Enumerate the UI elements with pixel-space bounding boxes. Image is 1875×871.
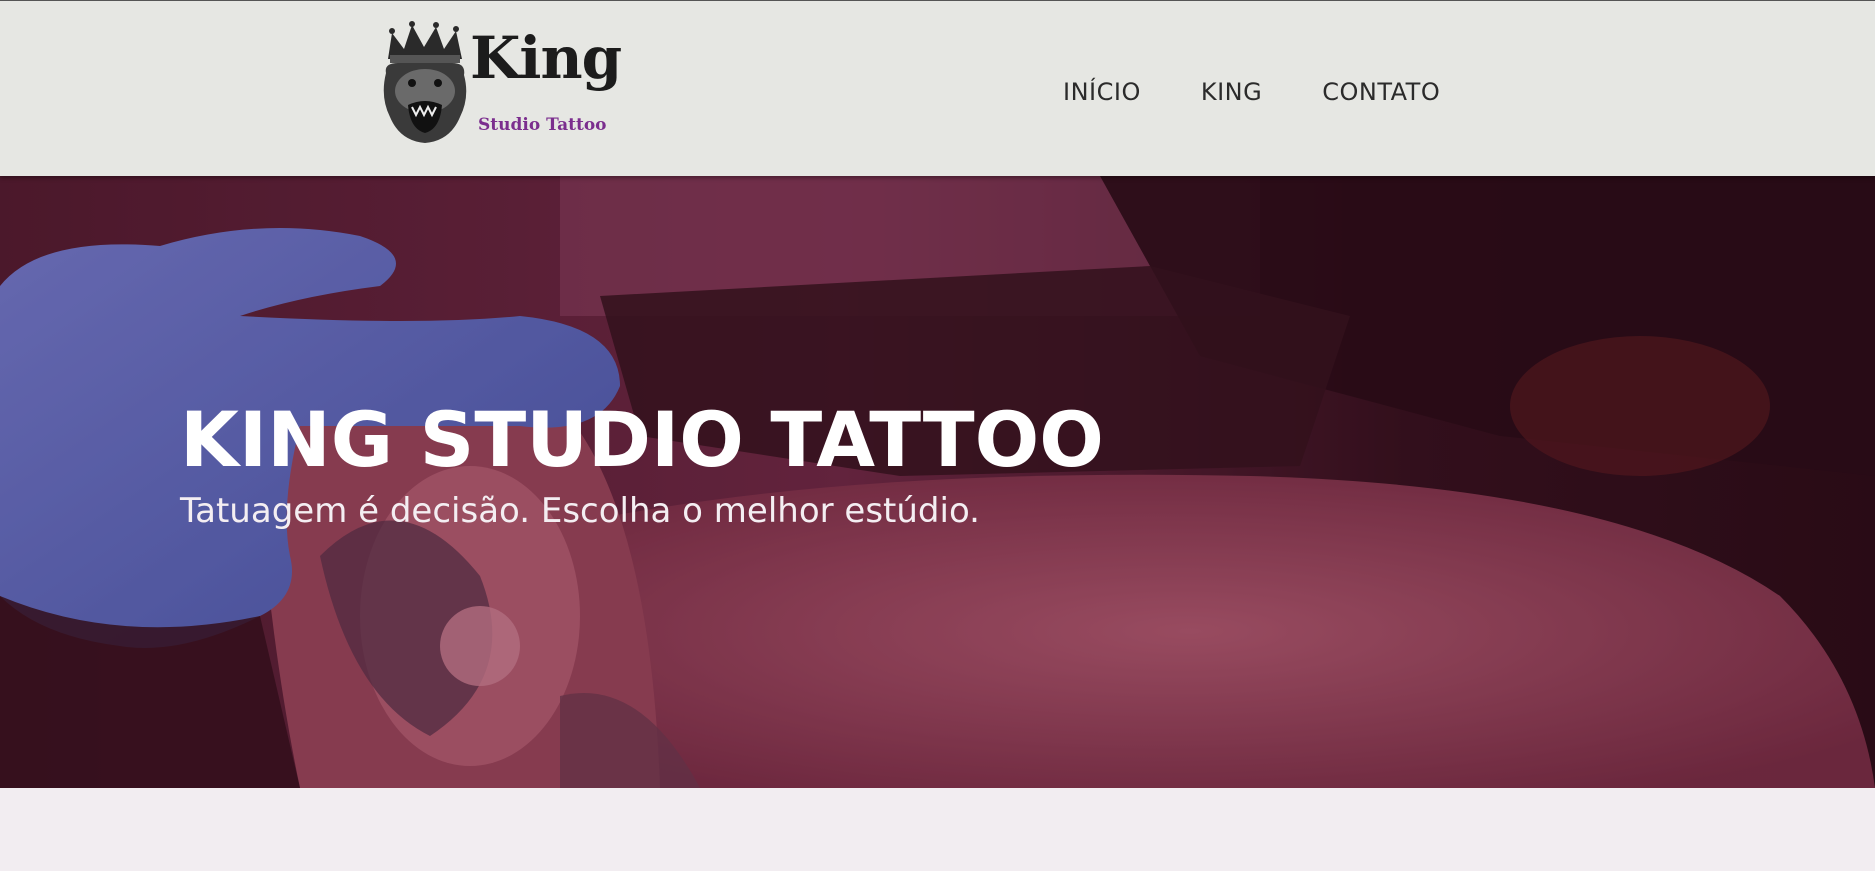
hero-banner: KING STUDIO TATTOO Tatuagem é decisão. E… (0, 176, 1875, 788)
site-header: King Studio Tattoo INÍCIO KING CONTATO (0, 0, 1875, 176)
hero-title: KING STUDIO TATTOO (180, 395, 1104, 484)
logo-link[interactable]: King Studio Tattoo (378, 21, 622, 146)
logo-name: King (470, 24, 622, 92)
gorilla-crown-icon (383, 21, 467, 143)
hero-subtitle: Tatuagem é decisão. Escolha o melhor est… (180, 491, 980, 531)
nav-item-inicio[interactable]: INÍCIO (1063, 77, 1141, 107)
nav-item-contato[interactable]: CONTATO (1322, 77, 1440, 107)
main-nav: INÍCIO KING CONTATO (1063, 77, 1440, 107)
content-section (0, 788, 1875, 871)
nav-item-king[interactable]: KING (1201, 77, 1262, 107)
logo-tagline: Studio Tattoo (478, 115, 607, 135)
